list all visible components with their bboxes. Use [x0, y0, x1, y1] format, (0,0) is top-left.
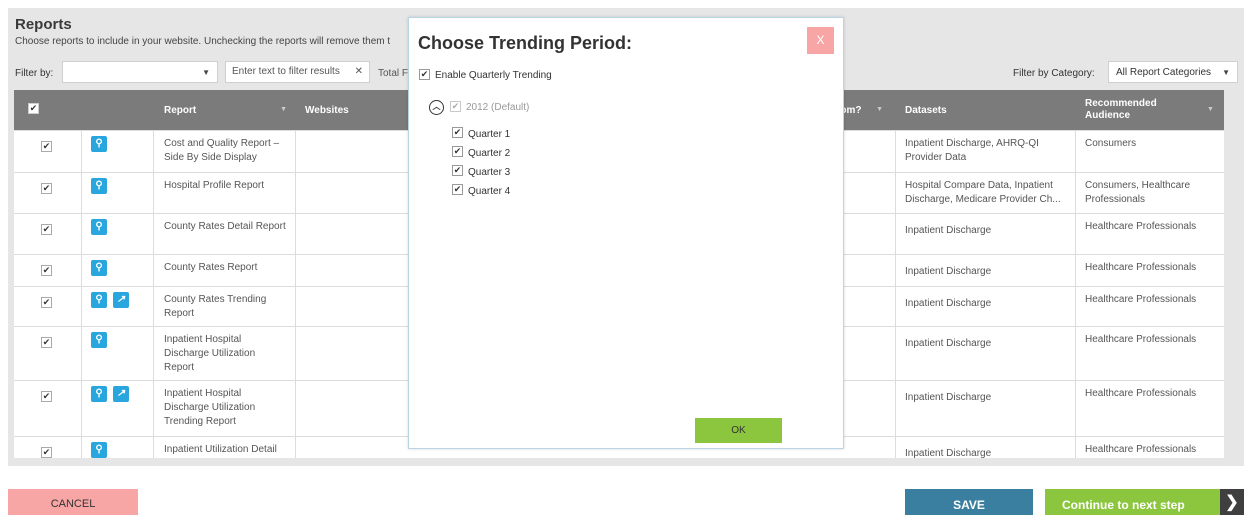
magnifier-icon[interactable]: ⚲	[91, 332, 107, 348]
quarter-label: Quarter 1	[468, 129, 511, 140]
sort-icon: ▼	[280, 106, 287, 113]
category-filter-label: Filter by Category:	[1013, 68, 1095, 79]
quarter-label: Quarter 3	[468, 167, 511, 178]
report-name: Inpatient Hospital Discharge Utilization…	[164, 388, 256, 427]
column-label: Websites	[305, 104, 349, 116]
column-header-websites[interactable]: Websites	[295, 90, 413, 130]
audience-cell: Healthcare Professionals	[1085, 221, 1197, 232]
sort-icon: ▼	[876, 106, 883, 113]
datasets-cell: Inpatient Discharge	[905, 298, 992, 309]
continue-button[interactable]: Continue to next step	[1045, 489, 1220, 515]
audience-cell: Healthcare Professionals	[1085, 334, 1197, 345]
datasets-cell: Inpatient Discharge	[905, 338, 992, 349]
row-checkbox[interactable]: ✔	[41, 265, 52, 276]
datasets-cell: Inpatient Discharge	[905, 225, 992, 236]
magnifier-icon[interactable]: ⚲	[91, 136, 107, 152]
caret-down-icon: ▼	[1222, 68, 1230, 77]
year-checkbox: ✔	[450, 101, 461, 112]
trending-period-dialog: Choose Trending Period: X ✔ Enable Quart…	[408, 17, 844, 449]
datasets-cell: Inpatient Discharge	[905, 266, 992, 277]
magnifier-icon[interactable]: ⚲	[91, 178, 107, 194]
report-name: Cost and Quality Report – Side By Side D…	[164, 138, 280, 163]
ok-button[interactable]: OK	[695, 418, 782, 443]
total-label: Total F	[378, 68, 409, 79]
dialog-title: Choose Trending Period:	[418, 33, 633, 53]
datasets-cell: Inpatient Discharge, AHRQ-QI Provider Da…	[905, 138, 1039, 163]
year-label: 2012 (Default)	[466, 102, 530, 113]
save-button[interactable]: SAVE	[905, 489, 1033, 515]
datasets-cell: Hospital Compare Data, Inpatient Dischar…	[905, 180, 1061, 205]
row-checkbox[interactable]: ✔	[41, 141, 52, 152]
report-name: Inpatient Hospital Discharge Utilization…	[164, 334, 256, 373]
quarter-1-checkbox[interactable]: ✔	[452, 127, 463, 138]
quarter-label: Quarter 2	[468, 148, 511, 159]
audience-cell: Healthcare Professionals	[1085, 388, 1197, 399]
column-header-report[interactable]: Report ▼	[154, 90, 295, 130]
select-all-checkbox[interactable]: ✔	[28, 103, 39, 114]
row-checkbox[interactable]: ✔	[41, 297, 52, 308]
audience-cell: Consumers	[1085, 138, 1137, 149]
column-label: Recommended Audience	[1085, 98, 1157, 121]
enable-quarterly-trending-label: Enable Quarterly Trending	[435, 70, 552, 81]
sort-icon: ▼	[1207, 106, 1214, 113]
report-name: County Rates Report	[164, 262, 258, 273]
report-name: County Rates Trending Report	[164, 294, 267, 319]
magnifier-icon[interactable]: ⚲	[91, 292, 107, 308]
audience-cell: Healthcare Professionals	[1085, 444, 1197, 455]
quarter-label: Quarter 4	[468, 186, 511, 197]
row-checkbox[interactable]: ✔	[41, 447, 52, 458]
row-checkbox[interactable]: ✔	[41, 391, 52, 402]
filter-by-select[interactable]: ▼	[62, 61, 218, 83]
column-header-audience[interactable]: Recommended Audience	[1075, 90, 1190, 130]
column-header-datasets[interactable]: Datasets	[895, 90, 1075, 130]
row-checkbox[interactable]: ✔	[41, 224, 52, 235]
chevron-right-icon[interactable]: ❯	[1220, 489, 1244, 515]
report-name: Hospital Profile Report	[164, 180, 265, 191]
chevron-up-circle-icon[interactable]: ︿	[429, 100, 444, 115]
row-checkbox[interactable]: ✔	[41, 337, 52, 348]
filter-text-input[interactable]: Enter text to filter results ✕	[225, 61, 370, 83]
enable-quarterly-trending-checkbox[interactable]: ✔	[419, 69, 430, 80]
filter-text-placeholder: Enter text to filter results	[232, 66, 340, 77]
page-title: Reports	[15, 16, 72, 33]
quarter-4-checkbox[interactable]: ✔	[452, 184, 463, 195]
magnifier-icon[interactable]: ⚲	[91, 442, 107, 458]
page-subtitle: Choose reports to include in your websit…	[15, 36, 391, 47]
datasets-cell: Inpatient Discharge	[905, 392, 992, 403]
audience-cell: Healthcare Professionals	[1085, 262, 1197, 273]
report-name: County Rates Detail Report	[164, 221, 286, 232]
trend-line-icon[interactable]: ↗	[113, 292, 129, 308]
filter-by-label: Filter by:	[15, 68, 54, 79]
column-label: Report	[164, 104, 197, 116]
clear-icon[interactable]: ✕	[355, 66, 363, 77]
trend-line-icon[interactable]: ↗	[113, 386, 129, 402]
caret-down-icon: ▼	[202, 68, 210, 77]
cancel-button[interactable]: CANCEL	[8, 489, 138, 515]
magnifier-icon[interactable]: ⚲	[91, 260, 107, 276]
magnifier-icon[interactable]: ⚲	[91, 219, 107, 235]
close-button[interactable]: X	[807, 27, 834, 54]
category-filter-value: All Report Categories	[1116, 67, 1212, 78]
datasets-cell: Inpatient Discharge	[905, 448, 992, 458]
audience-cell: Healthcare Professionals	[1085, 294, 1197, 305]
category-filter-select[interactable]: All Report Categories ▼	[1108, 61, 1238, 83]
quarter-3-checkbox[interactable]: ✔	[452, 165, 463, 176]
column-header-custom[interactable]: tom? ▼	[835, 90, 895, 130]
audience-cell: Consumers, Healthcare Professionals	[1085, 180, 1191, 205]
column-label: Datasets	[905, 104, 947, 116]
quarter-2-checkbox[interactable]: ✔	[452, 146, 463, 157]
magnifier-icon[interactable]: ⚲	[91, 386, 107, 402]
report-name: Inpatient Utilization Detail	[164, 444, 277, 455]
row-checkbox[interactable]: ✔	[41, 183, 52, 194]
